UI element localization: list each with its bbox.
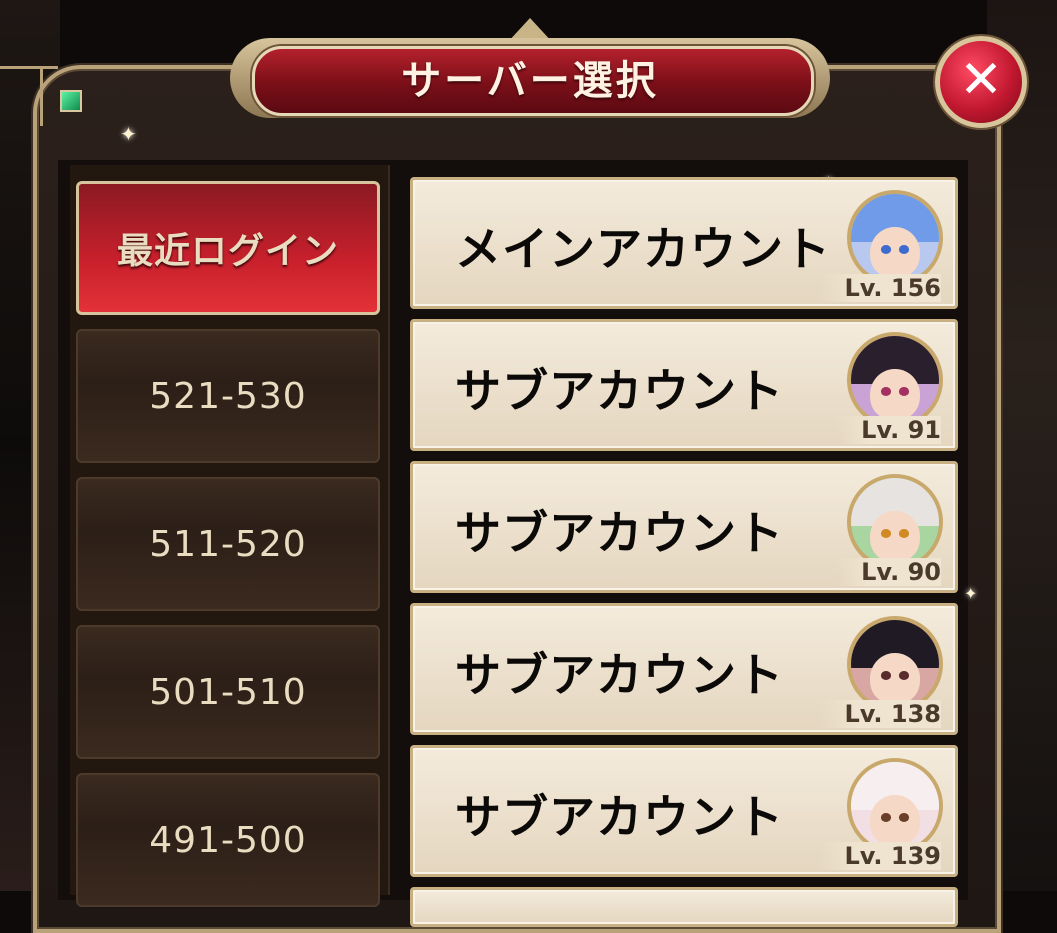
- level-badge: Lv. 138: [820, 700, 941, 728]
- tab-recent-login[interactable]: 最近ログイン: [76, 181, 380, 315]
- account-card[interactable]: サブアカウント Lv. 90: [410, 461, 958, 593]
- close-icon: ✕: [959, 50, 1003, 110]
- account-label: サブアカウント: [455, 364, 784, 418]
- gem-icon: [60, 90, 82, 112]
- close-button[interactable]: ✕: [935, 36, 1027, 128]
- account-list: メインアカウント Lv. 156 サブアカウント Lv. 91 サブアカウント …: [400, 165, 970, 927]
- level-badge: Lv. 91: [837, 416, 941, 444]
- account-card[interactable]: サブアカウント Lv. 91: [410, 319, 958, 451]
- account-card[interactable]: [410, 887, 958, 927]
- tab-server-range[interactable]: 491-500: [76, 773, 380, 907]
- level-badge: Lv. 156: [820, 274, 941, 302]
- account-label: サブアカウント: [455, 506, 784, 560]
- tab-label: 511-520: [149, 523, 307, 565]
- tab-label: 最近ログイン: [116, 231, 339, 272]
- level-badge: Lv. 139: [820, 842, 941, 870]
- account-card[interactable]: サブアカウント Lv. 139: [410, 745, 958, 877]
- level-badge: Lv. 90: [837, 558, 941, 586]
- tab-server-range[interactable]: 521-530: [76, 329, 380, 463]
- avatar: [847, 616, 943, 712]
- account-label: サブアカウント: [455, 648, 784, 702]
- tab-server-range[interactable]: 511-520: [76, 477, 380, 611]
- sparkle-icon: ✦: [120, 122, 137, 146]
- account-label: サブアカウント: [455, 790, 784, 844]
- tab-server-range[interactable]: 501-510: [76, 625, 380, 759]
- account-card[interactable]: メインアカウント Lv. 156: [410, 177, 958, 309]
- tab-label: 491-500: [149, 819, 307, 861]
- avatar: [847, 332, 943, 428]
- tab-label: 501-510: [149, 671, 307, 713]
- avatar: [847, 758, 943, 854]
- avatar: [847, 190, 943, 286]
- tab-label: 521-530: [149, 375, 307, 417]
- title-banner: サーバー選択: [230, 18, 830, 128]
- account-label: メインアカウント: [455, 222, 831, 276]
- server-range-sidebar: 最近ログイン 521-530 511-520 501-510 491-500: [70, 165, 390, 907]
- avatar: [847, 474, 943, 570]
- account-card[interactable]: サブアカウント Lv. 138: [410, 603, 958, 735]
- page-title: サーバー選択: [401, 58, 659, 104]
- corner-ornament: [0, 62, 60, 132]
